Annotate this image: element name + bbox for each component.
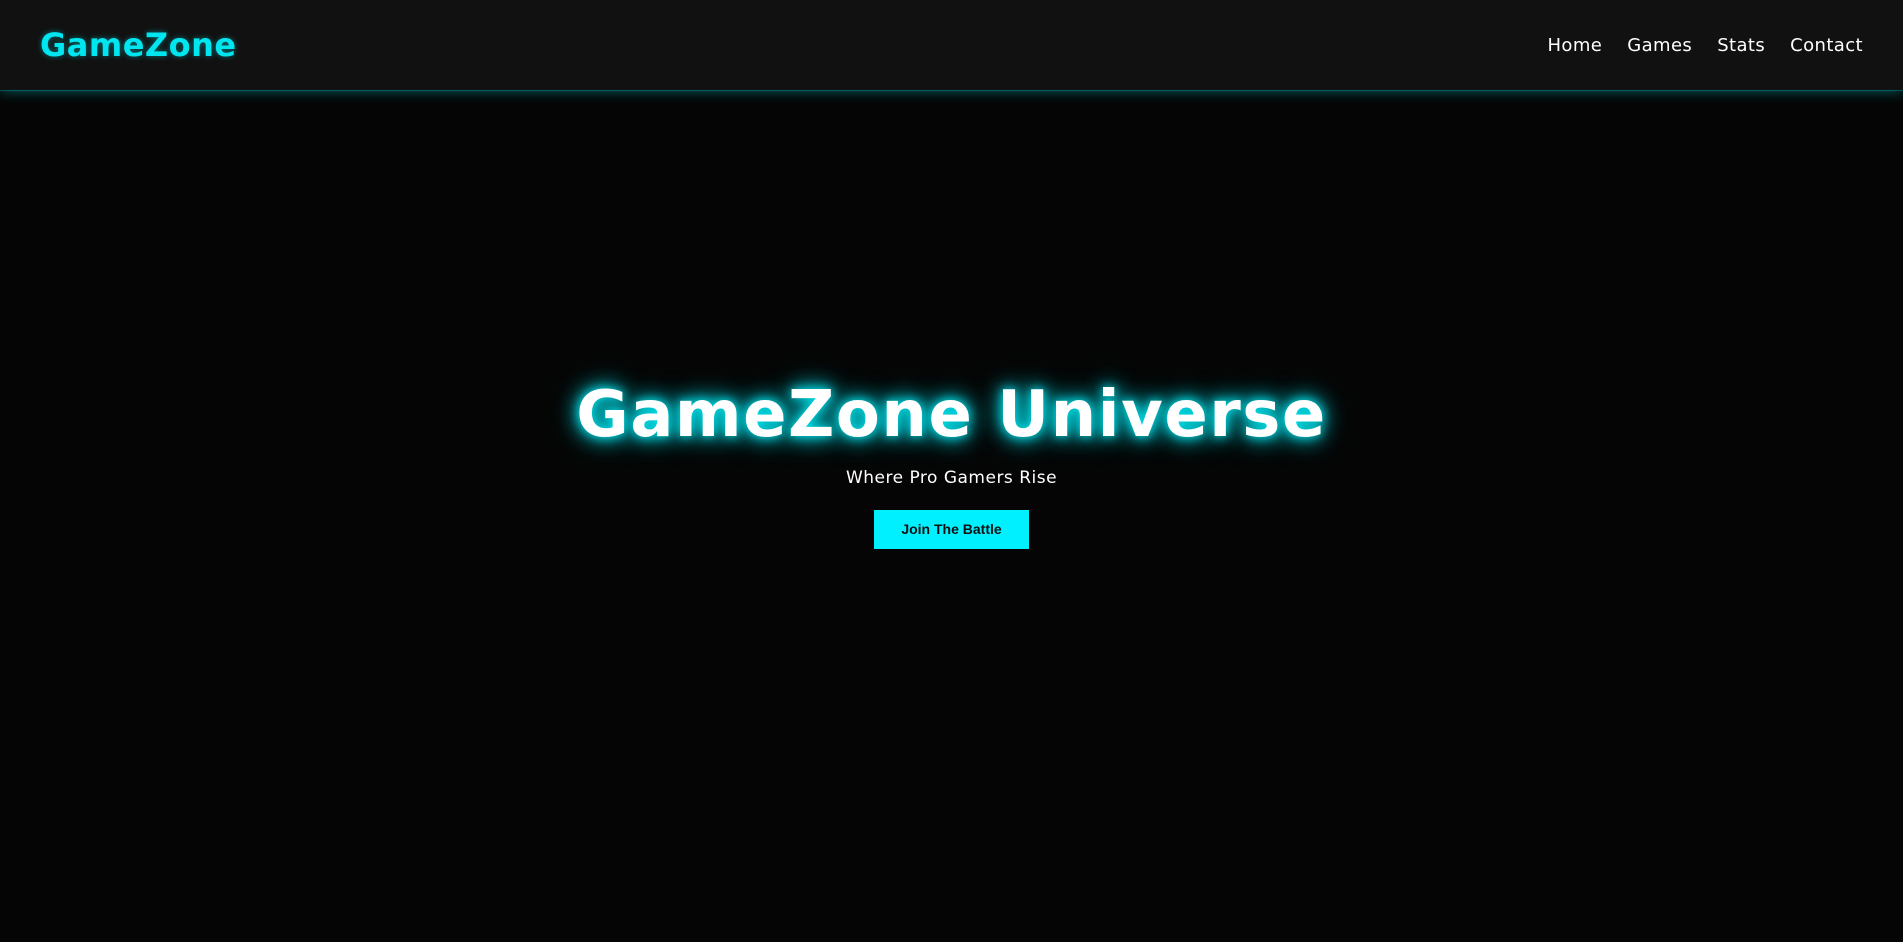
nav-link-contact[interactable]: Contact — [1790, 35, 1863, 56]
nav-link-home[interactable]: Home — [1547, 35, 1602, 56]
top-navbar: GameZone Home Games Stats Contact — [0, 0, 1903, 90]
main-nav: Home Games Stats Contact — [1522, 35, 1863, 56]
join-battle-button[interactable]: Join The Battle — [874, 509, 1029, 549]
hero-section: GameZone Universe Where Pro Gamers Rise … — [0, 90, 1903, 942]
hero-title: GameZone Universe — [576, 377, 1327, 452]
site-logo[interactable]: GameZone — [40, 26, 237, 64]
nav-link-games[interactable]: Games — [1627, 35, 1692, 56]
hero-subtitle: Where Pro Gamers Rise — [845, 467, 1058, 488]
nav-link-stats[interactable]: Stats — [1717, 35, 1765, 56]
